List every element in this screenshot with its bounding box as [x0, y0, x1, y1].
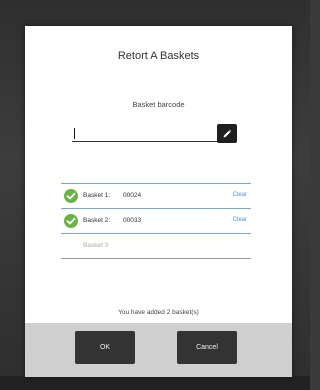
- dialog-footer: OK Cancel: [25, 323, 292, 377]
- barcode-input[interactable]: [72, 124, 217, 142]
- basket-list: Basket 1: 00024 Clear Basket 2: 00033 Cl…: [61, 183, 251, 259]
- barcode-label: Basket barcode: [132, 100, 185, 109]
- basket-count-status: You have added 2 basket(s): [118, 309, 199, 316]
- edit-button[interactable]: [217, 124, 237, 143]
- basket-row-3-empty: Basket 3: [61, 234, 251, 259]
- basket-code: 00033: [123, 217, 142, 224]
- basket-row-1: Basket 1: 00024 Clear: [61, 183, 251, 209]
- baskets-dialog: Retort A Baskets Basket barcode Basket 1…: [25, 26, 292, 377]
- cancel-button[interactable]: Cancel: [177, 331, 237, 364]
- empty-slot-placeholder: Basket 3: [83, 242, 109, 249]
- text-caret: [74, 128, 75, 139]
- backdrop-stripe: [0, 376, 310, 390]
- basket-label: Basket 1:: [83, 192, 111, 199]
- clear-basket-2-link[interactable]: Clear: [233, 217, 247, 223]
- basket-label: Basket 2:: [83, 217, 111, 224]
- ok-button[interactable]: OK: [75, 331, 135, 364]
- dialog-title: Retort A Baskets: [117, 50, 200, 62]
- check-circle-icon: [64, 214, 78, 228]
- basket-row-2: Basket 2: 00033 Clear: [61, 209, 251, 234]
- basket-code: 00024: [123, 192, 142, 199]
- check-circle-icon: [64, 189, 78, 203]
- pencil-icon: [223, 129, 232, 137]
- clear-basket-1-link[interactable]: Clear: [233, 192, 247, 198]
